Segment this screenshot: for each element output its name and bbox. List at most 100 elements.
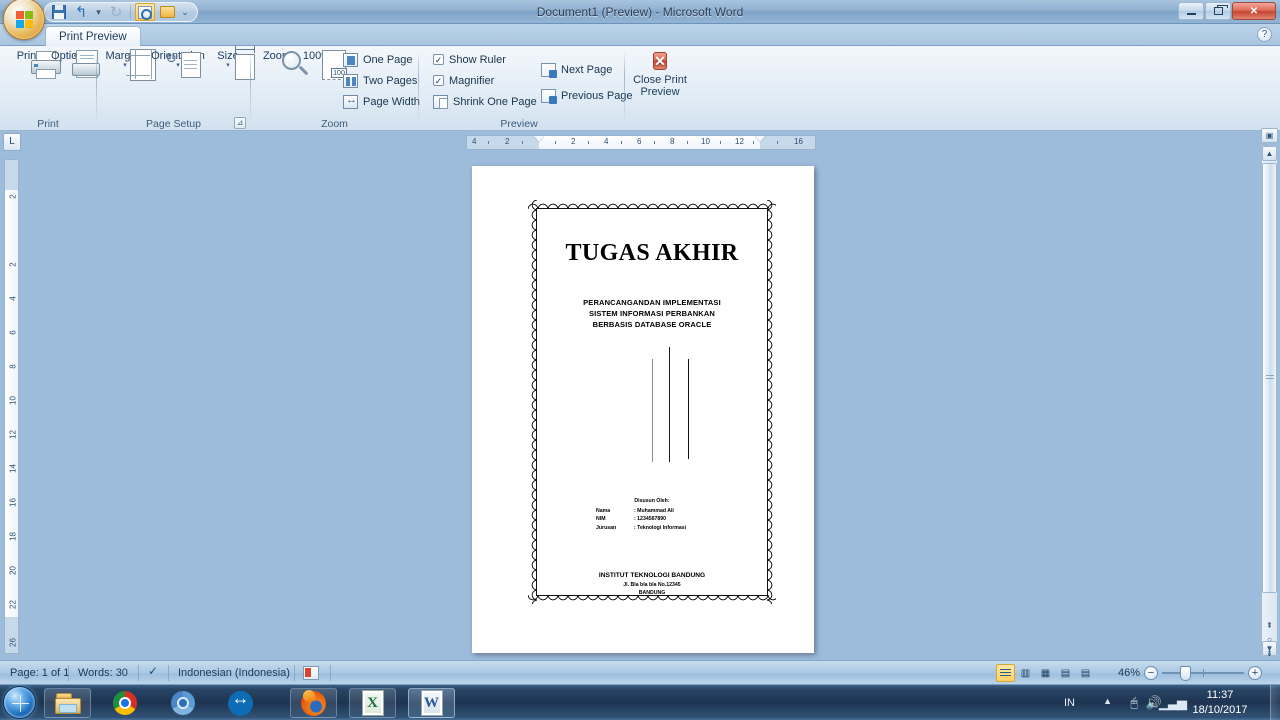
previous-object-button[interactable]: ⇞	[1262, 619, 1277, 633]
show-hidden-icons-icon[interactable]: ▲	[1103, 696, 1112, 706]
firefox-icon	[301, 690, 326, 716]
zoom-out-button[interactable]: −	[1144, 666, 1158, 680]
author-row: Nama : Muhammad Ali	[551, 507, 753, 516]
proofing-errors-icon[interactable]	[146, 664, 162, 680]
subtitle-line-1: PERANCANGANDAN IMPLEMENTASI	[583, 298, 721, 307]
language-indicator-tray[interactable]: IN	[1064, 697, 1075, 709]
view-ruler-toggle-button[interactable]: ▣	[1261, 128, 1278, 143]
action-center-icon[interactable]: 🖰	[1130, 695, 1138, 711]
view-draft-button[interactable]: ▤	[1076, 664, 1095, 682]
redo-icon[interactable]: ↻	[106, 3, 126, 21]
taskbar-item-google-chrome[interactable]	[101, 688, 148, 718]
first-line-indent-marker[interactable]	[534, 136, 544, 142]
horizontal-ruler[interactable]: 4 2 2 4 6 8 10 12 16	[466, 135, 816, 150]
clock[interactable]: 11:37 18/10/2017	[1182, 685, 1258, 720]
start-button[interactable]	[3, 686, 36, 719]
clock-time: 11:37	[1206, 689, 1234, 701]
vruler-tick-label: 10	[8, 396, 18, 405]
open-folder-icon[interactable]	[157, 3, 177, 21]
undo-icon[interactable]: ↰	[71, 3, 91, 21]
taskbar-item-excel[interactable]: X	[349, 688, 396, 718]
page-indicator[interactable]: Page: 1 of 1	[2, 661, 77, 685]
show-ruler-checkbox[interactable]: ✓ Show Ruler	[429, 50, 510, 69]
view-web-layout-button[interactable]: ▦	[1036, 664, 1055, 682]
ruler-tick-label: 10	[701, 137, 710, 146]
select-browse-object-button[interactable]: ○	[1262, 633, 1277, 647]
office-button[interactable]	[3, 0, 45, 40]
view-full-screen-reading-button[interactable]: ▥	[1016, 664, 1035, 682]
document-page[interactable]: TUGAS AKHIR PERANCANGANDAN IMPLEMENTASI …	[472, 166, 814, 653]
office-logo-square-green	[25, 11, 33, 19]
close-button[interactable]: ✕	[1232, 2, 1276, 20]
zoom-slider[interactable]: − +	[1144, 661, 1262, 685]
word-count[interactable]: Words: 30	[70, 661, 136, 685]
minimize-button[interactable]	[1178, 2, 1204, 20]
taskbar-item-teamviewer[interactable]	[217, 688, 264, 718]
author-value: : Teknologi Informasi	[634, 524, 687, 531]
print-preview-icon[interactable]	[135, 3, 155, 21]
vruler-tick-label: 2	[8, 262, 18, 267]
zoom-slider-thumb[interactable]	[1180, 666, 1191, 681]
show-desktop-button[interactable]	[1270, 685, 1280, 720]
zoom-level[interactable]: 46%	[1118, 661, 1140, 685]
scroll-up-button[interactable]: ▲	[1262, 146, 1277, 161]
magnifier-checkbox[interactable]: ✓ Magnifier	[429, 71, 498, 90]
shrink-one-page-label: Shrink One Page	[453, 95, 537, 108]
ribbon: Print Options Print Margins ▾ ↻ Orientat…	[0, 46, 1280, 131]
margins-button[interactable]: Margins ▾	[99, 48, 156, 81]
page-width-icon	[343, 94, 358, 109]
zoom-in-button[interactable]: +	[1248, 666, 1262, 680]
magnifier-label: Magnifier	[449, 74, 495, 87]
chrome-icon	[112, 691, 137, 715]
shrink-one-page-button[interactable]: Shrink One Page	[429, 92, 541, 111]
author-value: : Muhammad Ali	[634, 507, 674, 514]
one-page-button[interactable]: One Page	[339, 50, 417, 69]
clock-date: 18/10/2017	[1192, 704, 1248, 716]
taskbar-item-word[interactable]: W	[408, 688, 455, 718]
two-pages-button[interactable]: Two Pages	[339, 71, 421, 90]
save-icon[interactable]	[49, 3, 69, 21]
quick-access-toolbar: ↰ ▾ ↻ ⌄	[44, 2, 198, 22]
right-indent-marker[interactable]	[755, 136, 765, 142]
one-page-icon	[343, 52, 358, 67]
logo-placeholder	[551, 347, 753, 462]
title-bar: Document1 (Preview) - Microsoft Word ↰ ▾…	[0, 0, 1280, 40]
tab-selector-button[interactable]: L	[3, 133, 21, 151]
vruler-tick-label: 12	[8, 430, 18, 439]
group-label-preview: Preview	[500, 118, 538, 130]
close-print-preview-button[interactable]: ✕ Close Print Preview	[627, 50, 693, 98]
size-button[interactable]: Size ▾	[209, 46, 255, 80]
page-width-button[interactable]: Page Width	[339, 92, 424, 111]
taskbar-item-file-explorer[interactable]	[44, 688, 91, 718]
options-button[interactable]: Options	[44, 48, 100, 78]
status-divider	[168, 665, 169, 681]
scrollbar-thumb[interactable]	[1262, 163, 1277, 593]
tab-print-preview[interactable]: Print Preview	[45, 26, 141, 47]
close-print-preview-label-2: Preview	[640, 86, 680, 98]
ruler-tick-label: 8	[670, 137, 675, 146]
zoom-midpoint-marker	[1203, 669, 1204, 677]
ruler-left-margin	[467, 136, 539, 149]
two-pages-icon	[343, 73, 358, 88]
view-outline-button[interactable]: ▤	[1056, 664, 1075, 682]
vruler-tick-label: 4	[8, 296, 18, 301]
vruler-tick-label: 26	[8, 638, 18, 647]
view-print-layout-button[interactable]	[996, 664, 1015, 682]
help-icon[interactable]: ?	[1257, 27, 1272, 42]
previous-page-button[interactable]: Previous Page	[537, 86, 637, 105]
zoom-100-button[interactable]: 100 100%	[291, 48, 347, 80]
language-settings-icon[interactable]	[303, 666, 319, 680]
taskbar-item-firefox[interactable]	[290, 688, 337, 718]
chromium-icon	[170, 691, 195, 715]
chevron-down-icon[interactable]: ▾	[93, 3, 104, 21]
orientation-button[interactable]: ↻ Orientation ▾	[147, 48, 209, 78]
next-object-button[interactable]: ⇟	[1262, 647, 1277, 661]
vertical-ruler[interactable]: 2 2 4 6 8 10 12 14 16 18 20 22 26	[4, 159, 19, 654]
vertical-scrollbar[interactable]: ▲ ▼	[1261, 145, 1278, 657]
next-page-button[interactable]: Next Page	[537, 60, 616, 79]
language-indicator[interactable]: Indonesian (Indonesia)	[170, 661, 298, 685]
restore-button[interactable]	[1205, 2, 1231, 20]
ribbon-group-page-setup: Margins ▾ ↻ Orientation ▾ Size ▾ ⊿ Page …	[97, 46, 255, 131]
taskbar-item-chromium[interactable]	[159, 688, 206, 718]
customize-qat-icon[interactable]: ⌄	[179, 3, 191, 21]
